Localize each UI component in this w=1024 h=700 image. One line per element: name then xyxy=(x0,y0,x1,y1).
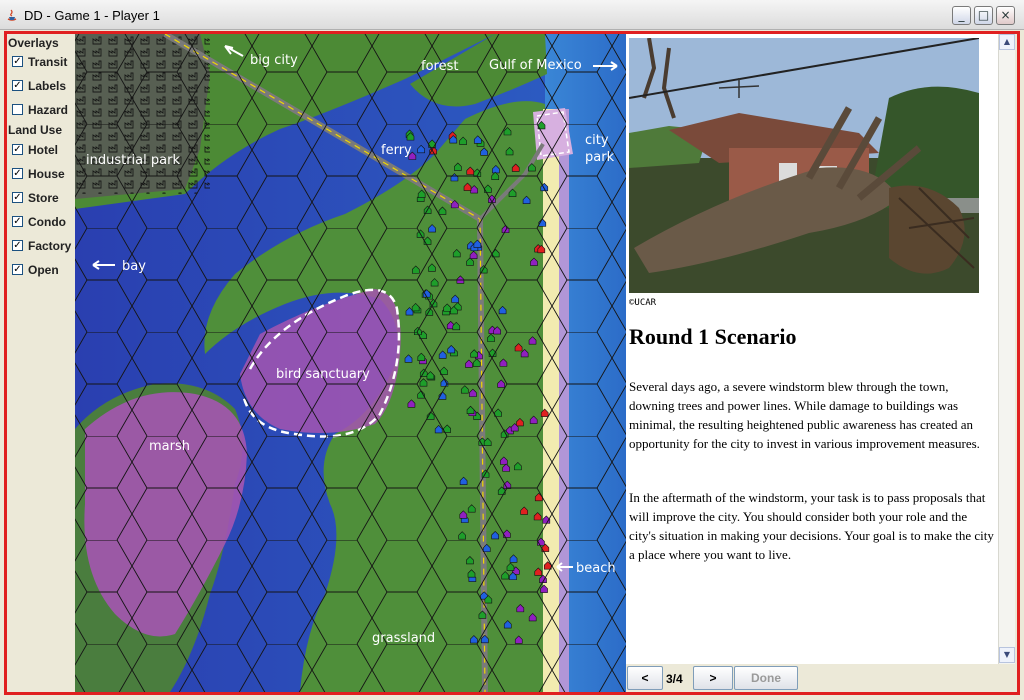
checkbox-label: Factory xyxy=(28,239,72,253)
checkbox-label: Store xyxy=(28,191,59,205)
checkbox-label: Hotel xyxy=(28,143,58,157)
checkbox-icon[interactable]: ✓ xyxy=(12,80,23,91)
scenario-paragraph-1: Several days ago, a severe windstorm ble… xyxy=(629,379,980,451)
page-indicator: 3/4 xyxy=(666,672,683,686)
minimize-button[interactable]: _ xyxy=(952,6,971,25)
checkbox-icon[interactable]: ✓ xyxy=(12,264,23,275)
label-bird-sanctuary: bird sanctuary xyxy=(276,367,370,382)
land-use-title: Land Use xyxy=(8,123,63,137)
scenario-paragraph-2: In the aftermath of the windstorm, your … xyxy=(629,490,994,562)
close-button[interactable]: × xyxy=(996,6,1015,25)
label-forest: forest xyxy=(421,59,458,74)
label-gulf-of-mexico: Gulf of Mexico xyxy=(489,58,582,73)
label-industrial-park: industrial park xyxy=(86,153,180,168)
previous-page-button[interactable]: < xyxy=(627,666,663,690)
scroll-up-icon: ▲ xyxy=(1003,37,1011,46)
checkbox-icon[interactable]: ✓ xyxy=(12,240,23,251)
game-map[interactable]: big city forest Gulf of Mexico industria… xyxy=(75,34,626,692)
checkbox-label: Open xyxy=(28,263,59,277)
storm-damage-photo xyxy=(629,38,979,293)
scroll-down-icon: ▼ xyxy=(1003,650,1011,659)
label-city-park-2: park xyxy=(585,150,615,165)
checkbox-icon[interactable] xyxy=(12,104,23,115)
next-page-button[interactable]: > xyxy=(693,666,733,690)
scroll-up-button[interactable]: ▲ xyxy=(999,34,1015,50)
scenario-panel: ©UCAR Round 1 Scenario Several days ago,… xyxy=(626,34,998,664)
overlays-panel: Overlays ✓ Transit ✓ Labels Hazard Land Us… xyxy=(7,34,75,692)
overlays-title: Overlays xyxy=(8,36,59,50)
checkbox-icon[interactable]: ✓ xyxy=(12,144,23,155)
label-marsh: marsh xyxy=(149,439,190,454)
label-big-city: big city xyxy=(250,53,298,68)
photo-credit: ©UCAR xyxy=(629,298,657,308)
label-bay: bay xyxy=(122,259,146,274)
hex-grid xyxy=(75,34,626,692)
scenario-scrollbar[interactable]: ▲ ▼ xyxy=(998,34,1015,664)
checkbox-icon[interactable]: ✓ xyxy=(12,56,23,67)
java-app-icon xyxy=(7,9,17,21)
page-navigation: < 3/4 > Done xyxy=(626,664,1015,692)
title-bar: DD - Game 1 - Player 1 _ □ × xyxy=(0,0,1024,30)
map-canvas[interactable]: big city forest Gulf of Mexico industria… xyxy=(75,34,626,692)
checkbox-label: House xyxy=(28,167,65,181)
maximize-button[interactable]: □ xyxy=(974,6,993,25)
label-city-park-1: city xyxy=(585,133,609,148)
label-grassland: grassland xyxy=(372,631,435,646)
checkbox-label: Condo xyxy=(28,215,66,229)
label-beach: beach xyxy=(576,561,616,576)
scroll-down-button[interactable]: ▼ xyxy=(999,647,1015,663)
minimize-icon: _ xyxy=(958,8,965,22)
maximize-icon: □ xyxy=(977,8,990,22)
label-ferry: ferry xyxy=(381,143,412,158)
checkbox-icon[interactable]: ✓ xyxy=(12,216,23,227)
scenario-title: Round 1 Scenario xyxy=(629,324,797,349)
done-button[interactable]: Done xyxy=(734,666,798,690)
checkbox-label: Labels xyxy=(28,79,67,93)
checkbox-label: Transit xyxy=(28,55,68,69)
window-title: DD - Game 1 - Player 1 xyxy=(24,8,160,23)
close-icon: × xyxy=(1000,8,1011,22)
checkbox-icon[interactable]: ✓ xyxy=(12,168,23,179)
checkbox-label: Hazard xyxy=(28,103,69,117)
checkbox-icon[interactable]: ✓ xyxy=(12,192,23,203)
